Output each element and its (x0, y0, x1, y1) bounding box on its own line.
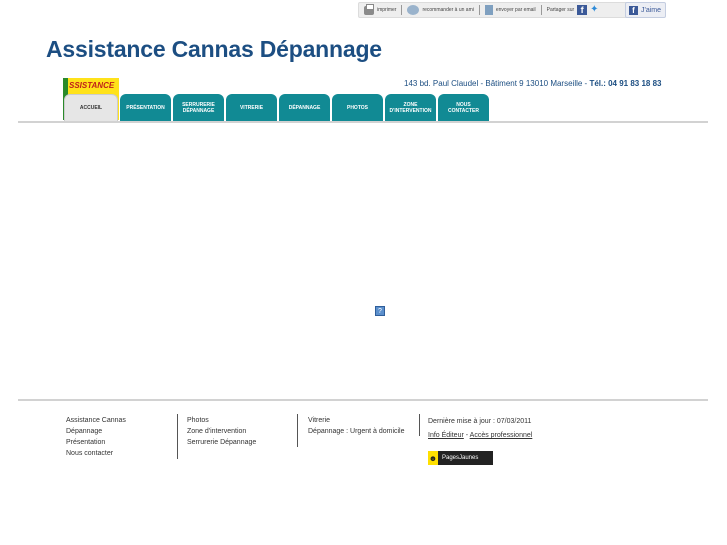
share-group: Partager sur f ✦ (547, 5, 603, 15)
acces-pro-link[interactable]: Accès professionnel (470, 432, 533, 439)
contact-address: 143 bd. Paul Claudel - Bâtiment 9 13010 … (404, 79, 662, 88)
footer-link[interactable]: Présentation (66, 437, 126, 448)
info-editeur-link[interactable]: Info Éditeur (428, 432, 464, 439)
tab-photos[interactable]: PHOTOS (332, 94, 383, 121)
footer-divider-1 (177, 414, 178, 459)
send-label: envoyer par email (495, 7, 536, 13)
recommend-label: recommander à un ami (422, 7, 474, 13)
footer-col-3: Vitrerie Dépannage : Urgent à domicile (308, 415, 405, 437)
main-nav: ACCUEIL PRÉSENTATION SERRURERIE DÉPANNAG… (64, 94, 489, 121)
tab-serrurerie-depannage[interactable]: SERRURERIE DÉPANNAGE (173, 94, 224, 121)
footer-divider-2 (297, 414, 298, 447)
footer-col-4: Dernière mise à jour : 07/03/2011 Info É… (428, 415, 532, 443)
pagesjaunes-badge[interactable]: ☻ PagesJaunes (428, 451, 493, 465)
footer-col-1: Assistance Cannas Dépannage Présentation… (66, 415, 126, 459)
footer-legal-links: Info Éditeur - Accès professionnel (428, 429, 532, 443)
divider (401, 5, 403, 15)
address-text: 143 bd. Paul Claudel - Bâtiment 9 13010 … (404, 79, 590, 88)
footer-divider (18, 399, 708, 401)
last-update: Dernière mise à jour : 07/03/2011 (428, 418, 532, 425)
footer-divider-3 (419, 414, 420, 436)
share-toolbar: imprimer recommander à un ami envoyer pa… (358, 2, 665, 18)
tab-vitrerie[interactable]: VITRERIE (226, 94, 277, 121)
footer-link[interactable]: Dépannage (66, 426, 126, 437)
divider (540, 5, 542, 15)
like-label: J'aime (641, 6, 662, 14)
tab-presentation[interactable]: PRÉSENTATION (120, 94, 171, 121)
site-title: Assistance Cannas Dépannage (46, 36, 382, 62)
pagesjaunes-label: PagesJaunes (442, 455, 479, 461)
tab-nous-contacter[interactable]: NOUS CONTACTER (438, 94, 489, 121)
footer-link[interactable]: Dépannage : Urgent à domicile (308, 426, 405, 437)
email-icon (484, 5, 493, 15)
missing-plugin-icon[interactable]: ? (375, 306, 385, 316)
send-email-link[interactable]: envoyer par email (484, 5, 536, 15)
recommend-link[interactable]: recommander à un ami (407, 5, 474, 15)
footer-link[interactable]: Serrurerie Dépannage (187, 437, 256, 448)
footer-link[interactable]: Assistance Cannas (66, 415, 126, 426)
footer-link[interactable]: Zone d'intervention (187, 426, 256, 437)
friends-icon (407, 5, 420, 15)
divider (478, 5, 480, 15)
facebook-icon: f (629, 5, 638, 15)
tab-depannage[interactable]: DÉPANNAGE (279, 94, 330, 121)
logo-text: SSISTANCE (69, 81, 115, 90)
tab-accueil[interactable]: ACCUEIL (64, 94, 118, 121)
print-label: imprimer (377, 7, 397, 13)
facebook-like-button[interactable]: f J'aime (625, 2, 666, 18)
footer-col-2: Photos Zone d'intervention Serrurerie Dé… (187, 415, 256, 448)
print-link[interactable]: imprimer (364, 3, 397, 15)
facebook-share-icon[interactable]: f (577, 5, 588, 15)
printer-icon (364, 3, 374, 15)
footer-link[interactable]: Vitrerie (308, 415, 405, 426)
share-label: Partager sur (546, 7, 575, 13)
twitter-share-icon[interactable]: ✦ (590, 5, 602, 15)
header-divider (18, 121, 708, 123)
footer-link[interactable]: Photos (187, 415, 256, 426)
pagesjaunes-logo-icon: ☻ (428, 451, 438, 465)
tab-zone-intervention[interactable]: ZONE D'INTERVENTION (385, 94, 436, 121)
footer-link[interactable]: Nous contacter (66, 448, 126, 459)
phone-number: Tél.: 04 91 83 18 83 (589, 79, 662, 88)
